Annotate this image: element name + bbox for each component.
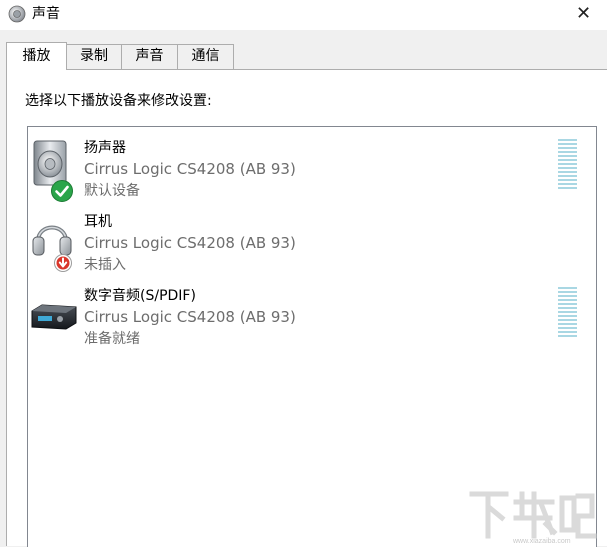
device-name: 耳机: [84, 214, 112, 230]
speaker-icon: [8, 5, 26, 23]
tab-sounds[interactable]: 声音: [121, 44, 178, 69]
device-item-headphones[interactable]: 耳机 Cirrus Logic CS4208 (AB 93) 未插入: [28, 205, 596, 277]
device-name: 数字音频(S/PDIF): [84, 288, 196, 304]
device-description: Cirrus Logic CS4208 (AB 93): [84, 308, 296, 326]
tab-communications[interactable]: 通信: [177, 44, 234, 69]
tab-playback[interactable]: 播放: [6, 42, 67, 70]
watermark-logo: [469, 491, 597, 539]
device-description: Cirrus Logic CS4208 (AB 93): [84, 234, 296, 252]
watermark-url: www.xiazaiba.com: [513, 538, 571, 545]
device-status: 未插入: [84, 257, 126, 273]
volume-level-meter: [558, 287, 577, 339]
device-item-digital-audio[interactable]: 数字音频(S/PDIF) Cirrus Logic CS4208 (AB 93)…: [28, 279, 596, 351]
playback-panel: 选择以下播放设备来修改设置: 扬声器 Cirrus Logic CS4208 (…: [6, 69, 607, 547]
digital-receiver-icon: [31, 304, 77, 330]
tab-recording[interactable]: 录制: [66, 44, 122, 69]
title-bar: 声音 ✕: [0, 0, 607, 30]
default-check-badge-icon: [51, 180, 73, 202]
unplugged-arrow-badge-icon: [54, 254, 72, 272]
device-name: 扬声器: [84, 140, 126, 156]
device-description: Cirrus Logic CS4208 (AB 93): [84, 160, 296, 178]
window-title: 声音: [32, 6, 60, 22]
instruction-text: 选择以下播放设备来修改设置:: [25, 93, 212, 109]
device-status: 准备就绪: [84, 331, 140, 347]
device-list[interactable]: 扬声器 Cirrus Logic CS4208 (AB 93) 默认设备 耳机 …: [27, 126, 597, 547]
device-item-speakers[interactable]: 扬声器 Cirrus Logic CS4208 (AB 93) 默认设备: [28, 131, 596, 203]
volume-level-meter: [558, 139, 577, 191]
device-status: 默认设备: [84, 183, 140, 199]
close-button[interactable]: ✕: [560, 0, 607, 30]
